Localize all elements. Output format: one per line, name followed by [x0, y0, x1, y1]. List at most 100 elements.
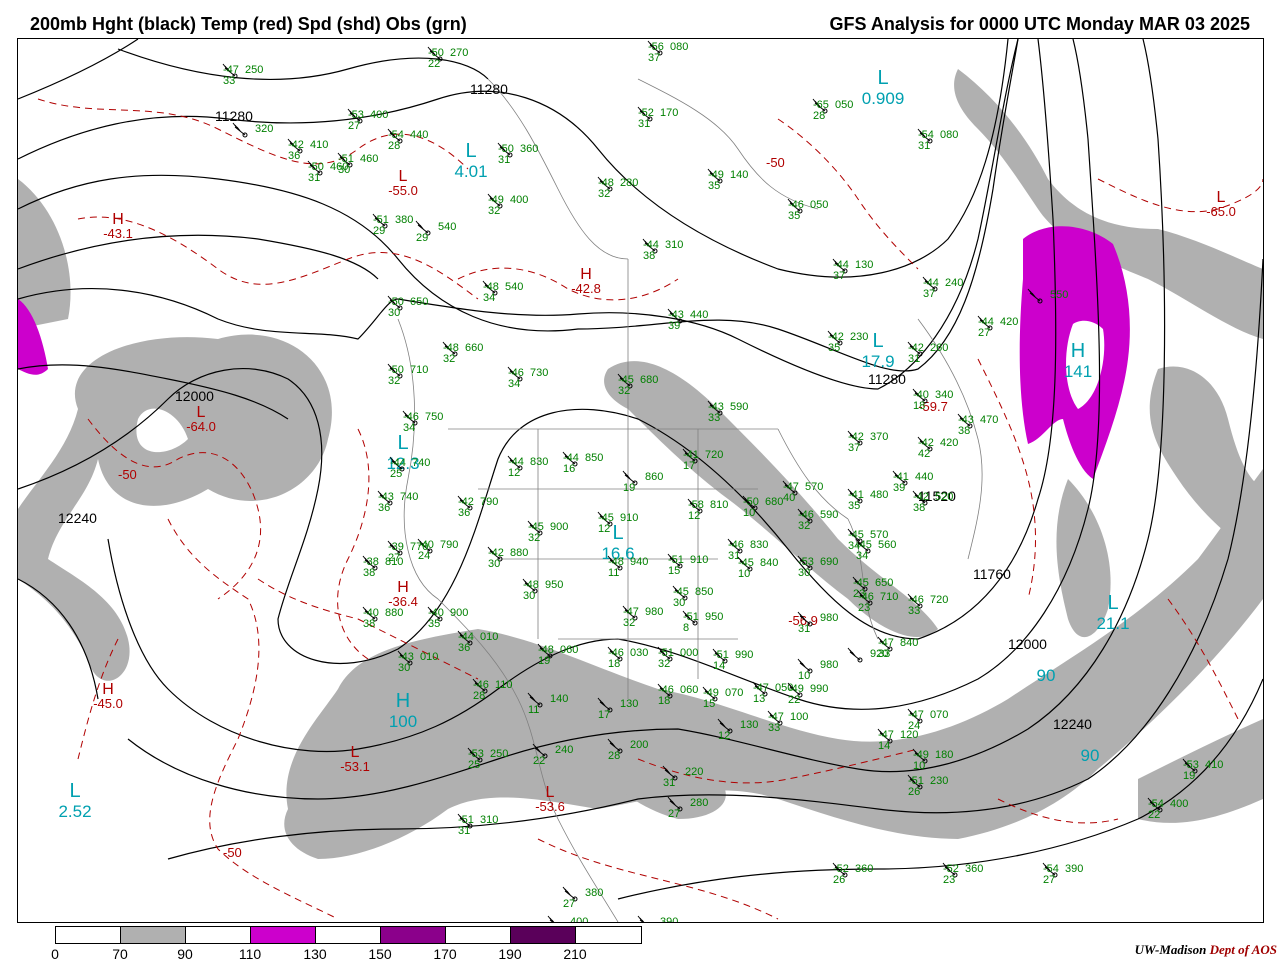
obs-dewpoint: 31	[638, 118, 650, 130]
obs-height: 380	[395, 214, 413, 226]
obs-height: 790	[440, 539, 458, 551]
svg-text:-43.1: -43.1	[103, 226, 133, 241]
obs-height: 980	[645, 606, 663, 618]
station-plot: -45 90032	[527, 520, 568, 544]
obs-height: 710	[880, 591, 898, 603]
station-plot: -51 99014	[712, 648, 753, 672]
obs-dewpoint: 31	[908, 353, 920, 365]
obs-height: 240	[945, 277, 963, 289]
obs-height: 070	[725, 687, 743, 699]
obs-height: 390	[1065, 863, 1083, 875]
svg-text:L: L	[612, 522, 623, 544]
station-plot: -42 37037	[847, 430, 888, 454]
obs-height: 080	[940, 129, 958, 141]
obs-height: 710	[410, 364, 428, 376]
obs-height: 460	[330, 161, 348, 173]
obs-height: 130	[620, 698, 638, 710]
station-plot: -43 74036	[377, 490, 418, 514]
obs-height: 340	[935, 389, 953, 401]
center-marker: H-36.4	[388, 579, 418, 609]
obs-height: 390	[660, 916, 678, 922]
station-plot: -43 47038	[957, 413, 998, 437]
station-plot: -52 36023	[942, 862, 983, 886]
temp-label: -50	[766, 155, 785, 170]
obs-dewpoint: 11	[528, 704, 539, 716]
station-plot: -50 27022	[427, 46, 468, 70]
obs-dewpoint: 42	[918, 448, 930, 460]
obs-dewpoint: 31	[498, 154, 510, 166]
obs-dewpoint: 18	[658, 695, 670, 707]
station-plot: -50 36031	[497, 142, 538, 166]
obs-height: 140	[730, 169, 748, 181]
obs-dewpoint: 32	[488, 205, 500, 217]
height-label: 11280	[868, 371, 906, 387]
obs-height: 130	[855, 259, 873, 271]
obs-height: 810	[710, 499, 728, 511]
obs-height: 730	[530, 367, 548, 379]
obs-dewpoint: 25	[468, 759, 480, 771]
credit-label: UW-Madison Dept of AOS	[1135, 942, 1277, 958]
obs-height: 400	[1170, 798, 1188, 810]
obs-height: 940	[630, 556, 648, 568]
map-canvas: 11280 11280 11280 11520 11760 12000 1200…	[18, 39, 1263, 922]
obs-dewpoint: 19	[538, 655, 550, 667]
station-plot: -46 72033	[907, 593, 948, 617]
obs-height: 910	[620, 512, 638, 524]
wind-barb	[547, 915, 555, 922]
obs-height: 680	[640, 374, 658, 386]
obs-height: 080	[670, 41, 688, 53]
obs-height: 440	[690, 309, 708, 321]
station-plot: -47 98032	[622, 605, 663, 629]
obs-dewpoint: 16	[563, 463, 575, 475]
station-plot: -50 65030	[387, 295, 428, 319]
obs-height: 900	[550, 521, 568, 533]
obs-height: 280	[690, 797, 708, 809]
obs-dewpoint: 35	[788, 210, 800, 222]
obs-height: 650	[875, 577, 893, 589]
obs-height: 400	[370, 109, 388, 121]
height-label: 12000	[1008, 636, 1047, 652]
station-plot: -65 05028	[812, 98, 853, 122]
obs-height: 360	[520, 143, 538, 155]
obs-height: 310	[480, 814, 498, 826]
obs-dewpoint: 12	[718, 730, 730, 742]
svg-text:H: H	[396, 690, 410, 712]
credit-dept: Dept of AOS	[1209, 942, 1277, 957]
obs-height: 250	[490, 748, 508, 760]
legend-seg-130-150	[316, 927, 381, 943]
obs-height: 460	[360, 153, 378, 165]
obs-dewpoint: 27	[348, 120, 360, 132]
obs-height: 000	[680, 647, 698, 659]
obs-dewpoint: 12	[508, 467, 520, 479]
obs-height: 240	[555, 744, 573, 756]
center-marker: H-42.8	[571, 266, 601, 296]
station-plot: 860 19	[622, 470, 663, 494]
obs-dewpoint: 37	[923, 288, 935, 300]
obs-dewpoint: 8	[683, 622, 689, 634]
svg-text:-45.0: -45.0	[93, 696, 123, 711]
obs-height: 360	[855, 863, 873, 875]
svg-text:L: L	[69, 780, 80, 802]
obs-height: 830	[750, 539, 768, 551]
obs-dewpoint: 19	[1183, 770, 1195, 782]
height-label: 12240	[58, 510, 97, 526]
obs-dewpoint: 35	[848, 500, 860, 512]
obs-dewpoint: 34	[856, 550, 868, 562]
obs-height: 840	[900, 637, 918, 649]
station-plot: -52 36026	[832, 862, 873, 886]
obs-dewpoint: 36	[458, 642, 470, 654]
obs-dewpoint: 18	[913, 400, 925, 412]
station-plot: 980 10	[797, 658, 838, 682]
obs-height: 650	[410, 296, 428, 308]
station-plot: -44 85016	[562, 451, 603, 475]
obs-dewpoint: 10	[743, 507, 755, 519]
legend-seg-210	[576, 927, 641, 943]
station-plot: -51 00032	[657, 646, 698, 670]
obs-dewpoint: 23	[943, 874, 955, 886]
obs-dewpoint: 12	[598, 523, 610, 535]
obs-height: 120	[900, 729, 918, 741]
obs-dewpoint: 31	[663, 777, 675, 789]
obs-height: 520	[935, 491, 953, 503]
obs-dewpoint: 19	[623, 482, 635, 494]
station-plot: -50 71032	[387, 363, 428, 387]
